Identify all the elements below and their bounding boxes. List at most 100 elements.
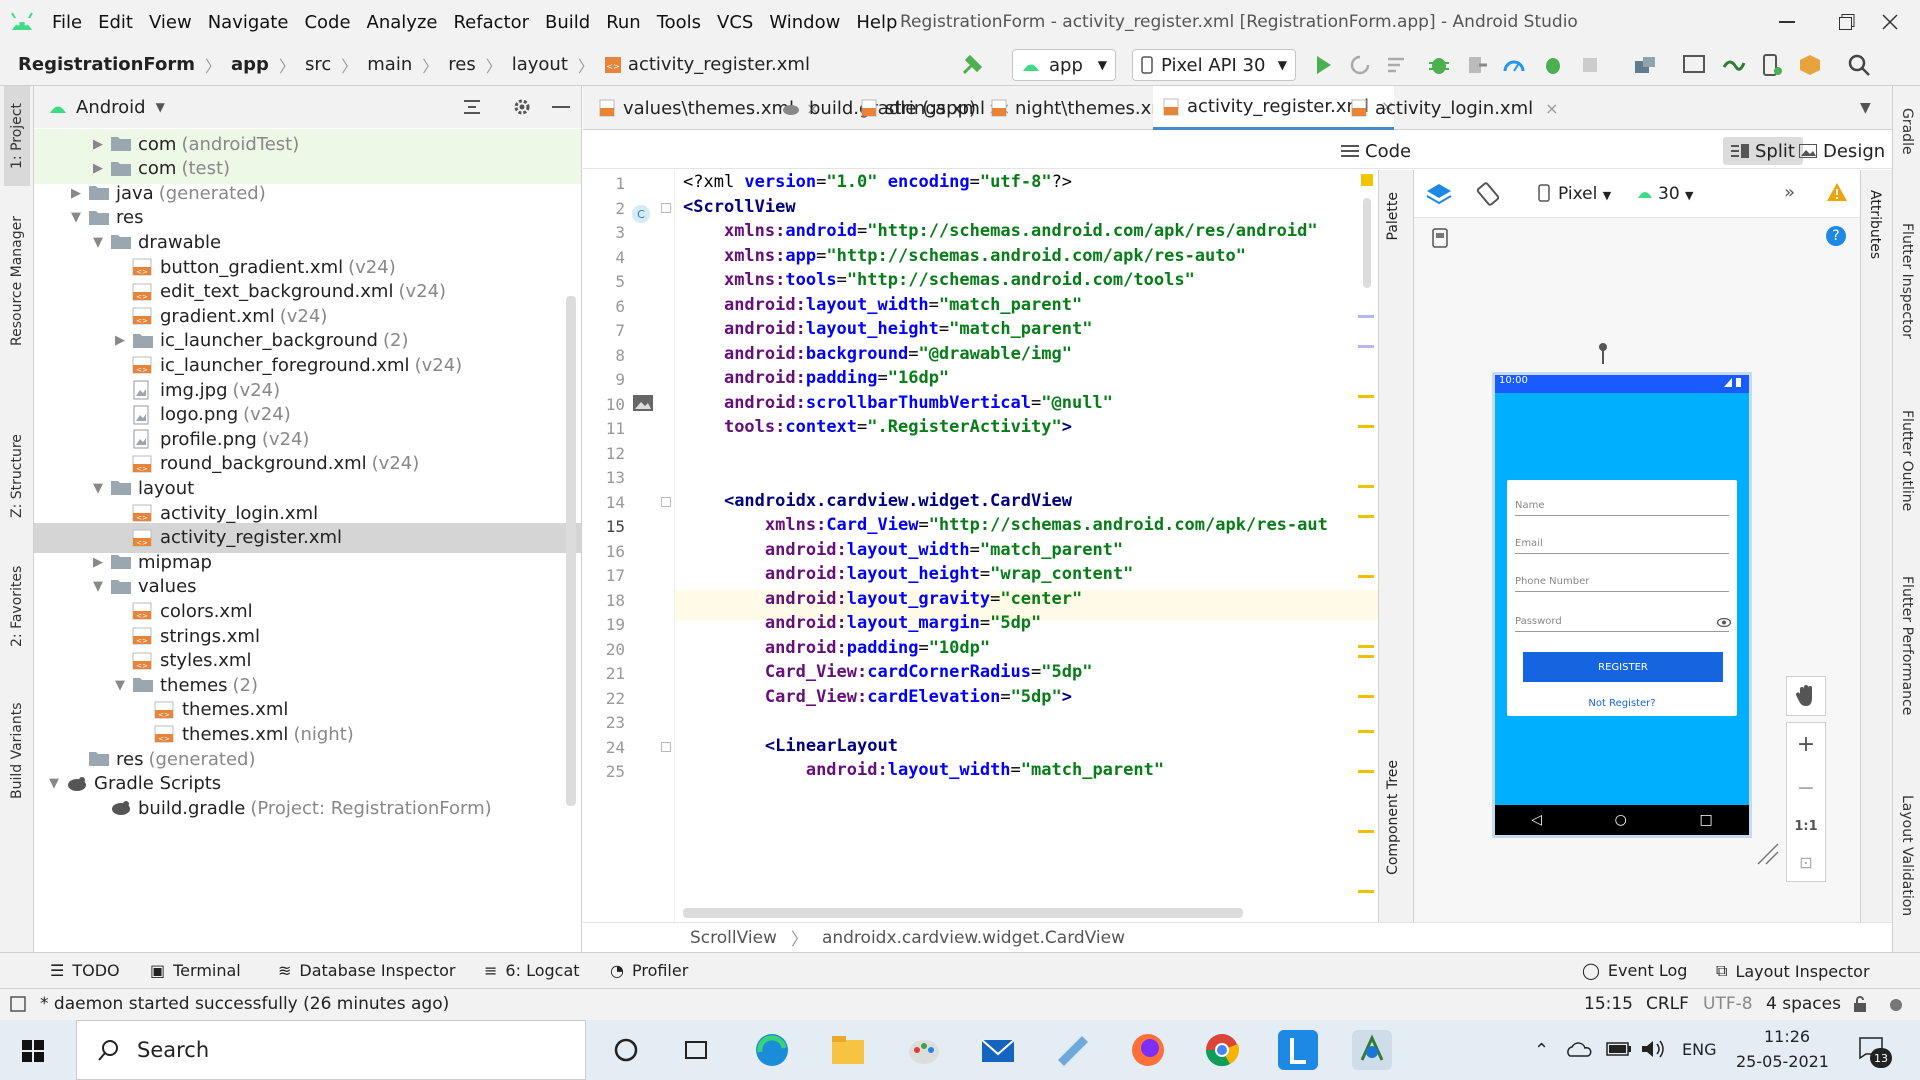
apply-code-changes-icon[interactable] [1384, 53, 1408, 77]
line-separator[interactable]: CRLF [1646, 994, 1689, 1014]
avd-manager-icon[interactable] [1682, 53, 1706, 77]
breadcrumb-item[interactable]: main [367, 54, 412, 75]
edge-browser-icon[interactable] [752, 1030, 792, 1070]
attributes-tab[interactable]: Attributes [1867, 190, 1883, 259]
todo-tool-button[interactable]: ☰ TODO [50, 961, 120, 980]
fold-marker-icon[interactable] [661, 202, 671, 213]
code-line[interactable]: Card_View:cardCornerRadius="5dp" [683, 662, 1093, 682]
chevron-down-icon[interactable]: ▼ [112, 678, 128, 693]
menu-analyze[interactable]: Analyze [359, 12, 446, 33]
code-line[interactable]: android:layout_margin="5dp" [683, 613, 1041, 633]
android-studio-taskbar-icon[interactable] [1352, 1030, 1392, 1070]
zoom-fit-icon[interactable]: ⊡ [1799, 853, 1812, 872]
warning-stripe-marker[interactable] [1358, 485, 1374, 488]
chevron-down-icon[interactable]: ▼ [90, 235, 106, 250]
show-hidden-icons-icon[interactable]: ⌃ [1534, 1040, 1549, 1061]
warning-stripe-marker[interactable] [1358, 655, 1374, 658]
layout-inspector-tool-button[interactable]: ⧉ Layout Inspector [1716, 961, 1870, 981]
close-tab-icon[interactable]: × [1545, 99, 1558, 118]
build-variants-tool-tab[interactable]: Build Variants [4, 686, 30, 816]
menu-window[interactable]: Window [761, 12, 848, 33]
warning-stripe-marker[interactable] [1358, 645, 1374, 648]
breadcrumb-item[interactable]: layout [512, 54, 568, 75]
design-device-select[interactable]: Pixel ▼ [1558, 184, 1611, 204]
menu-navigate[interactable]: Navigate [200, 12, 297, 33]
resource-manager-tool-tab[interactable]: Resource Manager [4, 201, 30, 361]
event-log-tool-button[interactable]: ◯ Event Log [1582, 961, 1687, 980]
fold-marker-icon[interactable] [661, 496, 671, 507]
password-field[interactable]: Password [1515, 616, 1729, 632]
breadcrumb-cardview[interactable]: androidx.cardview.widget.CardView [822, 928, 1125, 948]
run-config-select[interactable]: app ▼ [1012, 49, 1116, 81]
menu-run[interactable]: Run [598, 12, 649, 33]
warning-stripe-marker[interactable] [1358, 345, 1374, 348]
phone-number-field[interactable]: Phone Number [1515, 576, 1729, 592]
code-line[interactable]: <androidx.cardview.widget.CardView [683, 491, 1072, 511]
cortana-icon[interactable] [606, 1030, 646, 1070]
close-window-button[interactable] [1860, 0, 1920, 44]
menu-file[interactable]: File [44, 12, 90, 33]
chevron-right-icon[interactable]: ▶ [112, 333, 128, 348]
code-line[interactable]: tools:context=".RegisterActivity"> [683, 417, 1072, 437]
editor-tab[interactable]: activity_login.xml × [1341, 86, 1559, 130]
phone-preview[interactable]: 10:00 Name Email Phone Number Password R… [1492, 372, 1752, 838]
chevron-down-icon[interactable]: ▼ [68, 210, 84, 225]
help-icon[interactable]: ? [1826, 226, 1846, 246]
profile-icon[interactable] [1502, 53, 1526, 77]
eye-icon[interactable] [1717, 618, 1731, 627]
menu-refactor[interactable]: Refactor [445, 12, 537, 33]
favorites-tool-tab[interactable]: 2: Favorites [4, 546, 30, 666]
code-line[interactable]: xmlns:Card_View="http://schemas.android.… [683, 515, 1328, 535]
hector-icon[interactable] [1886, 995, 1906, 1013]
warning-stripe-marker[interactable] [1358, 395, 1374, 398]
chevron-down-icon[interactable]: ▼ [46, 776, 62, 791]
structure-tool-tab[interactable]: Z: Structure [4, 421, 30, 531]
language-indicator[interactable]: ENG [1682, 1040, 1716, 1059]
attach-debugger-icon[interactable] [1465, 53, 1489, 77]
menu-build[interactable]: Build [537, 12, 598, 33]
code-line[interactable]: android:layout_gravity="center" [683, 589, 1082, 609]
warning-stripe-marker[interactable] [1358, 695, 1374, 698]
layout-validation-tool-tab[interactable]: Layout Validation [1895, 776, 1919, 936]
chevron-right-icon[interactable]: ▶ [68, 186, 84, 201]
caret-position[interactable]: 15:15 [1584, 994, 1633, 1014]
firefox-icon[interactable] [1128, 1030, 1168, 1070]
not-register-link[interactable]: Not Register? [1507, 698, 1737, 709]
breadcrumb-scrollview[interactable]: ScrollView [690, 928, 777, 948]
palette-tab[interactable]: Palette [1385, 192, 1401, 241]
pan-hand-icon[interactable] [1786, 676, 1826, 716]
code-line[interactable]: android:scrollbarThumbVertical="@null" [683, 393, 1113, 413]
resize-handle-icon[interactable] [1756, 842, 1780, 866]
code-line[interactable]: <LinearLayout [683, 736, 898, 756]
windows-start-icon[interactable] [22, 1040, 44, 1062]
component-tree-tab[interactable]: Component Tree [1385, 760, 1401, 875]
chevron-down-icon[interactable]: ▼ [156, 100, 165, 114]
name-field[interactable]: Name [1515, 500, 1729, 516]
menu-view[interactable]: View [141, 12, 200, 33]
breadcrumb-item[interactable]: app [231, 54, 269, 75]
chevron-right-icon[interactable]: ▶ [90, 161, 106, 176]
code-line[interactable]: xmlns:android="http://schemas.android.co… [683, 221, 1318, 241]
fold-marker-icon[interactable] [661, 741, 671, 752]
project-structure-icon[interactable] [1798, 53, 1822, 77]
chevron-right-icon[interactable]: ▶ [90, 555, 106, 570]
warning-stripe-marker[interactable] [1358, 890, 1374, 893]
mail-icon[interactable] [978, 1030, 1018, 1070]
gradle-tool-tab[interactable]: Gradle [1895, 86, 1919, 176]
warning-stripe-marker[interactable] [1358, 515, 1374, 518]
home-icon[interactable]: ○ [1615, 812, 1627, 828]
zoom-actual-icon[interactable]: 1:1 [1794, 819, 1817, 834]
tree-scrollbar[interactable] [566, 296, 576, 806]
sync-gradle-icon[interactable] [1633, 53, 1657, 77]
minimize-button[interactable] [1757, 0, 1817, 44]
code-line[interactable]: android:layout_width="match_parent" [683, 760, 1164, 780]
chevron-down-icon[interactable]: ▼ [90, 579, 106, 594]
indent-setting[interactable]: 4 spaces [1766, 994, 1841, 1014]
project-tool-tab[interactable]: 1: Project [4, 86, 30, 186]
class-gutter-icon[interactable]: C [632, 205, 650, 223]
build-hammer-icon[interactable] [960, 53, 984, 77]
menu-vcs[interactable]: VCS [709, 12, 761, 33]
code-line[interactable]: xmlns:tools="http://schemas.android.com/… [683, 270, 1195, 290]
tree-item[interactable]: build.gradle (Project: RegistrationForm) [34, 793, 581, 823]
code-line[interactable]: android:layout_width="match_parent" [683, 295, 1082, 315]
